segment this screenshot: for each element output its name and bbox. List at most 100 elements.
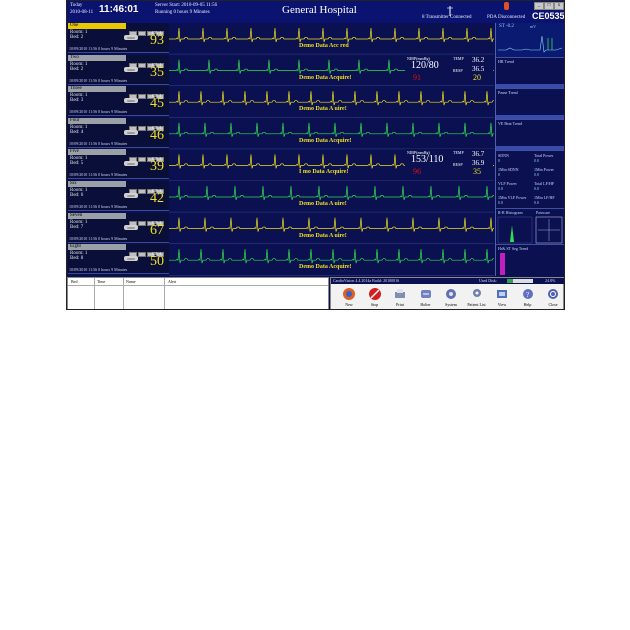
patient-card[interactable]: Eight Room: 1 Bed: 8 ▭▭ CH. I 50 10/09/2010 11… [68, 244, 169, 275]
patient-card-buttons[interactable] [128, 181, 164, 194]
patient-bed: Bed: 4 [70, 129, 84, 135]
patient-menu-button[interactable] [138, 189, 146, 194]
patient-card[interactable]: One Room: 1 Bed: 2 ▭▭ CH. I 93 10/09/2010 11:5… [68, 23, 169, 53]
patient-card-buttons[interactable] [128, 213, 164, 226]
temperature-value-2: 36.9 [472, 159, 485, 168]
pda-status: PDA Disconnected [487, 15, 526, 20]
ecg-trace [169, 122, 494, 137]
patient-card[interactable]: Four Room: 1 Bed: 4 ▭▭ CH. I 46 10/09/2010 11:… [68, 117, 169, 148]
toolbar-button-stop[interactable]: Stop [363, 287, 387, 309]
view-icon [497, 290, 507, 298]
patient-name: Six [68, 181, 126, 187]
toolbar-button-help[interactable]: ? Help [516, 287, 540, 309]
patient-name: Four [68, 117, 126, 124]
hrv-stat-value: 0.0 [498, 200, 503, 205]
window-close-button[interactable]: x [554, 2, 564, 10]
hr-trend-scrollbar[interactable] [496, 84, 564, 88]
patient-card[interactable]: Seven Room: 1 Bed: 7 ▭▭ CH. I 67 10/09/2010 11… [68, 212, 169, 243]
waveform-area: Demo Data Acc red Demo Data Acquire! Demo … [169, 23, 494, 276]
hrv-stat-value: 0 [498, 172, 500, 177]
spo2-value: 96 [413, 167, 421, 177]
demo-data-notice: Demo Data A uire! [299, 106, 347, 113]
toolbar-button-system[interactable]: System [439, 287, 463, 309]
maximize-button[interactable]: □ [544, 2, 554, 10]
vebeat-trend-scrollbar[interactable] [496, 146, 564, 150]
patient-card-buttons[interactable] [128, 244, 164, 258]
resp-label: RESP [453, 162, 463, 168]
patient-menu-button[interactable] [138, 220, 146, 226]
transmitter-badge-icon: ▭▭ [124, 129, 138, 135]
minimize-button[interactable]: _ [534, 2, 544, 10]
ce-mark: CE0535 [532, 11, 565, 21]
new-icon [343, 288, 355, 300]
alarm-col-alert: Alert [168, 279, 177, 284]
patient-card[interactable]: Five Room: 1 Bed: 5 ▭▭ CH. I 39 10/09/2010 11:… [68, 149, 169, 180]
heart-rate-value: 45 [150, 96, 164, 112]
toolbar-button-print[interactable]: Print [388, 287, 412, 309]
transmitter-badge-icon: ▭▭ [124, 193, 138, 198]
demo-data-notice: Demo Data Acquire! [299, 137, 352, 144]
temperature-value-1: 36.7 [472, 150, 485, 159]
column-divider [123, 278, 124, 309]
blood-pressure-value: 153/110 [411, 154, 444, 166]
toolbar-button-label: Print [396, 302, 404, 307]
toolbar-button-new[interactable]: New [337, 287, 361, 309]
patient-card-buttons[interactable] [128, 55, 164, 68]
column-divider [164, 278, 165, 309]
patient-menu-button[interactable] [138, 94, 146, 100]
alarm-table[interactable]: Bed Time Name Alert [67, 277, 329, 309]
patient-bed: Bed: 3 [70, 98, 84, 104]
pause-trend-scrollbar[interactable] [496, 115, 564, 119]
toolbar-button-patient-list[interactable]: Patient List [465, 287, 489, 309]
clock: 11:46:01 [99, 4, 139, 15]
demo-data-notice: Demo Data Acquire! [299, 74, 352, 81]
toolbar-button-label: Holter [420, 302, 431, 307]
patient-card-buttons[interactable] [128, 118, 164, 131]
patient-bed: Bed: 2 [70, 35, 84, 40]
rr-histogram-chart [497, 216, 563, 244]
patient-name: Five [68, 149, 126, 156]
respiration-value: 20 [473, 72, 481, 82]
patient-list-icon [472, 289, 481, 297]
patient-bed: Bed: 8 [70, 256, 84, 262]
toolbar-button-holter[interactable]: Holter [414, 287, 438, 309]
toolbar-button-label: Stop [370, 302, 379, 307]
patient-card-buttons[interactable] [128, 149, 164, 163]
vital-signs-box: NIBP(mmHg) TEMP 120/80 36.2 36.5 RESP 91 20 [405, 54, 493, 85]
hrv-stats-section: SDNN 0 Total Power 0.0 1Min SDNN 0 1Min Power 0… [496, 151, 564, 209]
vebeat-trend-section: VE Beat Trend [496, 120, 564, 151]
temperature-value-1: 36.2 [472, 55, 485, 64]
patient-menu-button[interactable] [138, 125, 146, 131]
patient-card-buttons[interactable] [128, 86, 164, 100]
temp-label: TEMP [453, 150, 464, 156]
toolbar-button-close[interactable]: Close [541, 287, 564, 309]
patient-monitor-time: 10/09/2010 11:56 0 hours 9 Minutes [69, 267, 128, 273]
patient-card-buttons[interactable] [128, 23, 164, 36]
patient-menu-button[interactable] [138, 157, 146, 163]
patient-menu-button[interactable] [138, 31, 146, 36]
vital-signs-box: NIBP(mmHg) TEMP 153/110 36.7 36.9 RESP 96 35 [405, 149, 493, 180]
patient-bed: Bed: 7 [70, 224, 84, 230]
ecg-trace [169, 91, 494, 106]
patient-monitor-time: 10/09/2010 11:56 0 hours 9 Minutes [69, 77, 128, 83]
toolbar-button-view[interactable]: View [490, 287, 514, 309]
monitor-window: Today 2010-08-11 11:46:01 Server Start: … [66, 0, 565, 310]
st-segment-section: ST -0.2 mV [496, 23, 564, 58]
demo-data-notice: Demo Data A uire! [299, 232, 347, 239]
demo-data-notice: I mo Data Acquire! [299, 169, 349, 176]
patient-card[interactable]: Six Room: 1 Bed: 6 ▭▭ CH. I 42 10/09/2010 11:5… [68, 181, 169, 211]
hr-trend-section: HR Trend [496, 58, 564, 89]
alarm-col-time: Time [97, 279, 106, 284]
patient-card[interactable]: Three Room: 1 Bed: 3 ▭▭ CH. I 45 10/09/2010 11… [68, 86, 169, 117]
patient-menu-button[interactable] [138, 252, 146, 258]
patient-monitor-time: 10/09/2010 11:56 0 hours 9 Minutes [69, 204, 128, 209]
patient-monitor-time: 10/09/2010 11:56 0 hours 9 Minutes [69, 235, 128, 241]
transmitter-badge-icon: ▭▭ [124, 256, 138, 262]
column-divider [94, 278, 95, 309]
hrv-stat-value: 0.0 [498, 186, 503, 191]
patient-menu-button[interactable] [138, 62, 146, 68]
demo-data-notice: Demo Data A uire! [299, 201, 347, 207]
system-icon [446, 289, 456, 299]
patient-card[interactable]: Two Room: 1 Bed: 2 ▭▭ CH. I 35 10/09/2010 11:5… [68, 54, 169, 85]
ecg-trace [169, 185, 494, 201]
